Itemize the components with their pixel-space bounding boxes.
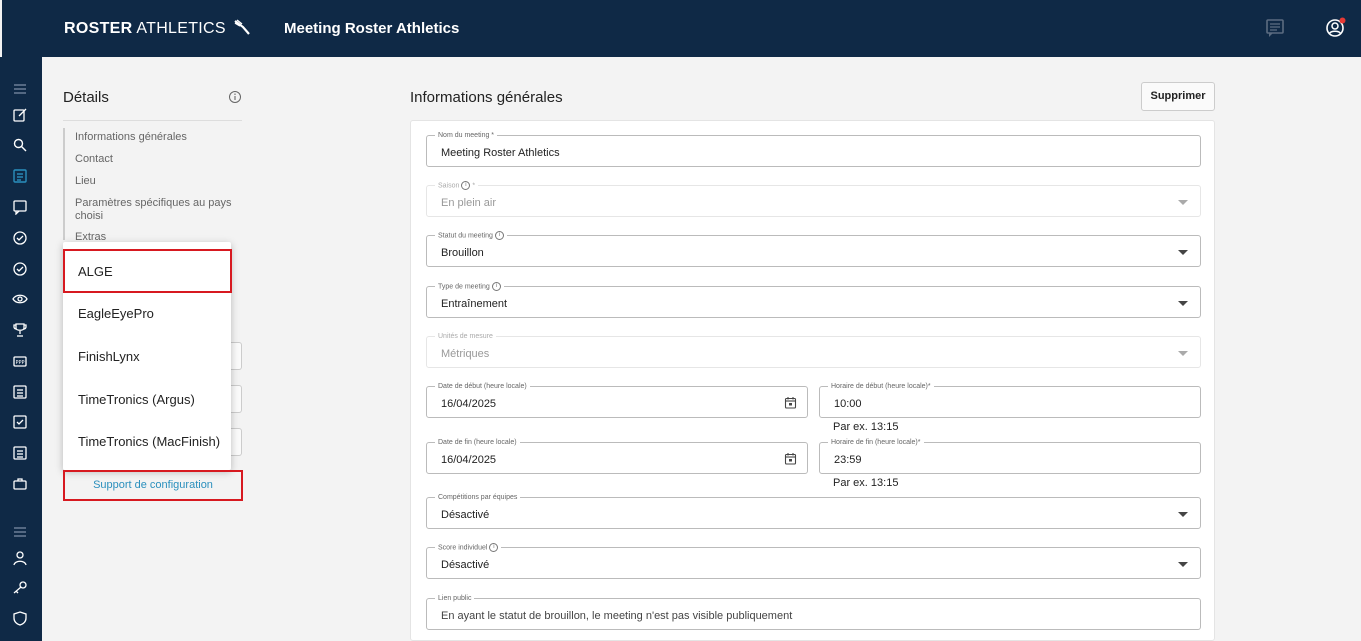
page-header-title: Meeting Roster Athletics <box>284 20 460 37</box>
top-bar: ROSTER ATHLETICS Meeting Roster Athletic… <box>0 0 1361 57</box>
field-label: Saison <box>438 182 460 190</box>
document-icon[interactable] <box>12 445 28 461</box>
badge-icon[interactable]: PPP <box>12 353 28 369</box>
nav-item-venue[interactable]: Lieu <box>75 175 235 188</box>
info-icon[interactable] <box>228 90 242 104</box>
chat-icon[interactable] <box>1264 17 1286 39</box>
team-competitions-select[interactable]: Compétitions par équipes Désactivé <box>426 493 1201 529</box>
account-circle-icon[interactable] <box>1324 17 1346 39</box>
eye-icon[interactable] <box>12 291 28 307</box>
field-label: Date de début (heure locale) <box>435 382 530 391</box>
field-value: 23:59 <box>834 454 862 466</box>
search-icon[interactable] <box>12 137 28 153</box>
start-date-field[interactable]: Date de début (heure locale) 16/04/2025 <box>426 382 808 418</box>
meeting-name-field[interactable]: Nom du meeting * Meeting Roster Athletic… <box>426 131 1201 167</box>
start-time-field[interactable]: Horaire de début (heure locale)* 10:00 <box>819 382 1201 418</box>
chevron-down-icon <box>1178 351 1188 356</box>
comment-icon[interactable] <box>12 199 28 215</box>
field-value: Désactivé <box>441 559 490 571</box>
nav-item-country-settings[interactable]: Paramètres spécifiques au pays choisi <box>75 197 235 223</box>
nav-item-general-info[interactable]: Informations générales <box>75 131 235 144</box>
info-icon[interactable]: i <box>494 231 504 240</box>
edit-icon[interactable] <box>12 107 28 123</box>
field-value: En plein air <box>441 197 497 209</box>
field-label: Score individuel <box>438 544 488 552</box>
briefcase-icon[interactable] <box>12 476 28 492</box>
app-logo[interactable]: ROSTER ATHLETICS <box>64 19 253 38</box>
start-time-hint: Par ex. 13:15 <box>833 421 899 433</box>
check-circle-icon[interactable] <box>12 230 28 246</box>
units-select: Unités de mesure Métriques <box>426 332 1201 368</box>
menu-item-timetronics-argus[interactable]: TimeTronics (Argus) <box>78 392 195 407</box>
field-label: Horaire de début (heure locale)* <box>828 382 934 391</box>
menu-item-eagleeyepro[interactable]: EagleEyePro <box>78 306 154 321</box>
field-value: Meeting Roster Athletics <box>441 147 560 159</box>
calendar-icon[interactable] <box>784 396 797 409</box>
chevron-down-icon <box>1178 200 1188 205</box>
menu-item-finishlynx[interactable]: FinishLynx <box>78 349 140 364</box>
meeting-status-select[interactable]: Statut du meeting i Brouillon <box>426 231 1201 267</box>
chevron-down-icon <box>1178 562 1188 567</box>
field-label: Type de meeting <box>438 283 490 291</box>
field-label: Date de fin (heure locale) <box>435 438 520 447</box>
chevron-down-icon <box>1178 301 1188 306</box>
svg-text:PPP: PPP <box>15 360 24 366</box>
task-icon[interactable] <box>12 414 28 430</box>
left-sidebar: PPP <box>0 57 42 641</box>
document-icon[interactable] <box>12 384 28 400</box>
info-icon[interactable]: i <box>491 282 501 291</box>
meeting-type-select[interactable]: Type de meeting i Entraînement <box>426 282 1201 318</box>
chevron-down-icon <box>1178 512 1188 517</box>
field-label: Statut du meeting <box>438 232 493 240</box>
notification-dot <box>1339 17 1346 24</box>
nav-item-contact[interactable]: Contact <box>75 153 235 166</box>
field-value: 16/04/2025 <box>441 454 497 466</box>
field-value: En ayant le statut de brouillon, le meet… <box>441 610 793 622</box>
individual-score-select[interactable]: Score individuel i Désactivé <box>426 543 1201 579</box>
end-time-field[interactable]: Horaire de fin (heure locale)* 23:59 <box>819 438 1201 474</box>
end-date-field[interactable]: Date de fin (heure locale) 16/04/2025 <box>426 438 808 474</box>
menu-icon[interactable] <box>12 81 28 97</box>
check-circle-icon[interactable] <box>12 261 28 277</box>
field-label: Lien public <box>435 594 475 603</box>
menu-icon[interactable] <box>12 524 28 540</box>
menu-item-timetronics-macfinish[interactable]: TimeTronics (MacFinish) <box>78 434 220 449</box>
field-value: Entraînement <box>441 298 508 310</box>
calendar-icon[interactable] <box>784 452 797 465</box>
details-title: Détails <box>63 89 109 106</box>
public-link-field[interactable]: Lien public En ayant le statut de brouil… <box>426 594 1201 630</box>
details-divider <box>63 120 242 121</box>
person-icon[interactable] <box>12 550 28 566</box>
field-label: Compétitions par équipes <box>435 493 521 502</box>
field-value: Métriques <box>441 348 490 360</box>
info-icon[interactable]: i <box>489 543 499 552</box>
trophy-icon[interactable] <box>12 322 28 338</box>
hidden-field-edge <box>230 385 242 413</box>
list-icon[interactable] <box>12 168 28 184</box>
field-label: Unités de mesure <box>435 332 496 341</box>
field-value: 16/04/2025 <box>441 398 497 410</box>
support-config-button[interactable]: Support de configuration <box>63 470 243 501</box>
hidden-field-edge <box>230 428 242 456</box>
section-title: Informations générales <box>410 89 563 106</box>
shield-icon[interactable] <box>12 610 28 626</box>
field-value: Brouillon <box>441 247 484 259</box>
delete-button[interactable]: Supprimer <box>1141 82 1215 111</box>
field-label: Horaire de fin (heure locale)* <box>828 438 924 447</box>
hidden-field-edge <box>230 342 242 370</box>
field-value: 10:00 <box>834 398 862 410</box>
season-select: Saison i * En plein air <box>426 181 1201 217</box>
chevron-down-icon <box>1178 250 1188 255</box>
end-time-hint: Par ex. 13:15 <box>833 477 899 489</box>
field-label: Nom du meeting * <box>435 131 498 140</box>
logo-mark-icon <box>233 19 250 35</box>
field-value: Désactivé <box>441 509 490 521</box>
key-icon[interactable] <box>12 579 28 595</box>
highlight-box <box>63 249 232 293</box>
form-card: Nom du meeting * Meeting Roster Athletic… <box>410 120 1215 641</box>
